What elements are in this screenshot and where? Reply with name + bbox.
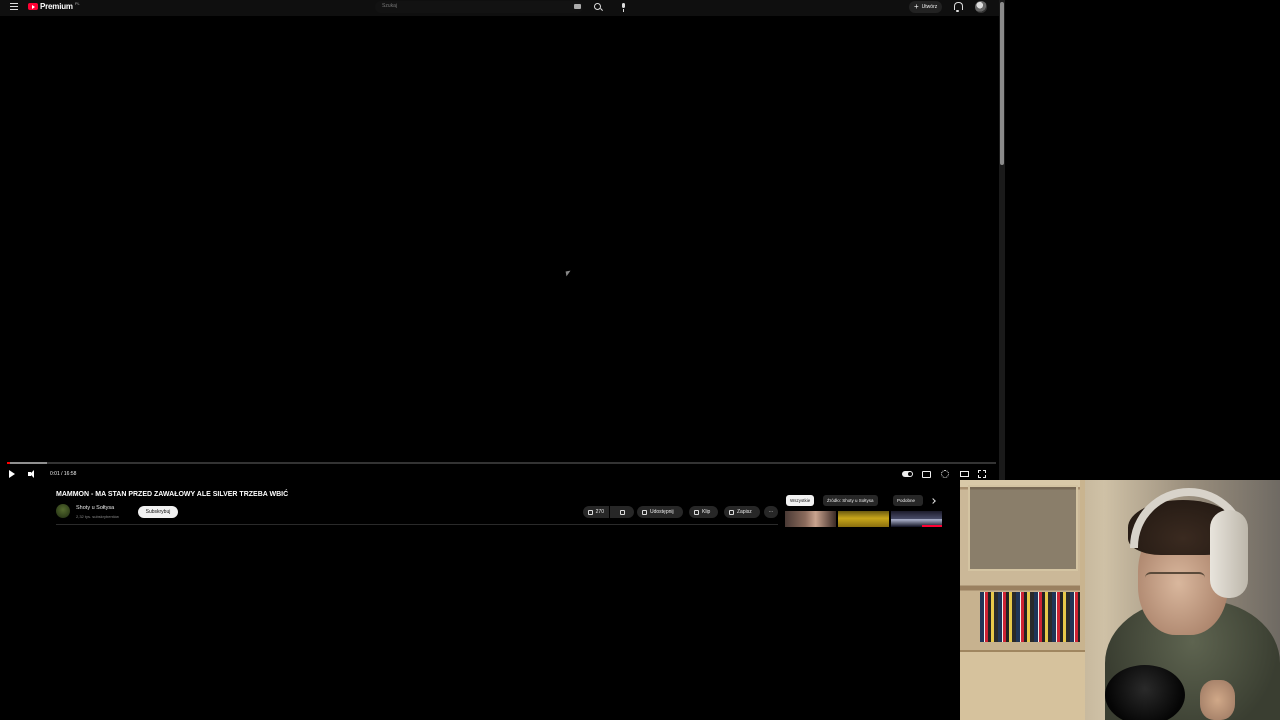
fullscreen-icon[interactable] xyxy=(978,470,986,478)
youtube-play-logo-icon xyxy=(28,3,38,10)
related-video-thumbnail[interactable] xyxy=(891,511,942,527)
masthead: Premium PL Szukaj + Utwórz xyxy=(0,0,1000,16)
bookmark-icon xyxy=(729,509,734,515)
time-display: 0:01 / 16:58 xyxy=(50,471,76,477)
channel-subscriber-count: 2,32 tys. subskrybentów xyxy=(76,514,119,519)
subscribe-button[interactable]: Subskrybuj xyxy=(138,506,178,518)
dislike-button[interactable] xyxy=(610,506,634,518)
keyboard-icon[interactable] xyxy=(574,4,581,9)
related-video-thumbnail[interactable] xyxy=(838,511,889,527)
page-scrollbar-thumb[interactable] xyxy=(1000,2,1004,165)
time-current: 0:01 xyxy=(50,471,60,477)
progress-buffered xyxy=(7,462,47,464)
logo-text: Premium xyxy=(40,2,73,11)
notifications-bell-icon[interactable] xyxy=(953,2,963,12)
share-arrow-icon xyxy=(642,509,647,515)
save-label: Zapisz xyxy=(737,509,752,515)
scissors-icon xyxy=(694,509,699,515)
microphone-icon[interactable] xyxy=(617,1,631,13)
thumbs-down-icon xyxy=(620,509,625,515)
chip-all[interactable]: Wszystkie xyxy=(786,495,815,506)
channel-name[interactable]: Shoty u Sołtysa xyxy=(76,505,114,511)
search-icon[interactable] xyxy=(591,1,605,13)
more-actions-icon[interactable]: ··· xyxy=(764,506,778,518)
account-avatar[interactable] xyxy=(975,1,987,13)
share-label: Udostępnij xyxy=(650,509,674,515)
webcam-overlay xyxy=(960,480,1280,720)
settings-gear-icon[interactable] xyxy=(941,470,949,478)
related-video-thumbnail[interactable] xyxy=(785,511,836,527)
search-input[interactable]: Szukaj xyxy=(375,1,583,13)
autoplay-toggle[interactable] xyxy=(902,471,913,477)
share-button[interactable]: Udostępnij xyxy=(637,506,683,518)
search-placeholder: Szukaj xyxy=(382,3,398,9)
theater-mode-icon[interactable] xyxy=(960,471,969,477)
video-player[interactable] xyxy=(0,16,999,484)
chip-source-channel[interactable]: Źródło: Shoty u Sołtysa xyxy=(823,495,878,506)
hamburger-menu-icon[interactable] xyxy=(10,3,18,12)
play-icon[interactable] xyxy=(9,470,15,478)
chip-similar[interactable]: Podobne xyxy=(893,495,923,506)
channel-avatar[interactable] xyxy=(56,504,70,518)
clip-button[interactable]: Klip xyxy=(689,506,718,518)
like-button[interactable]: 270 xyxy=(583,506,609,518)
progress-played xyxy=(7,462,10,464)
logo-country-code: PL xyxy=(74,1,80,6)
video-title: MAMMON - MA STAN PRZED ZAWAŁOWY ALE SILV… xyxy=(56,491,289,498)
info-divider xyxy=(56,524,778,525)
chevron-right-icon[interactable] xyxy=(929,497,937,505)
video-progress-bar[interactable] xyxy=(7,462,996,464)
create-button-label: Utwórz xyxy=(921,4,938,10)
save-button[interactable]: Zapisz xyxy=(724,506,760,518)
time-total: 16:58 xyxy=(63,471,77,477)
volume-icon[interactable] xyxy=(28,469,37,479)
subtitles-icon[interactable] xyxy=(922,471,931,478)
plus-icon: + xyxy=(914,2,919,11)
like-count: 270 xyxy=(595,509,604,515)
mouse-cursor-icon xyxy=(565,270,572,277)
youtube-premium-logo[interactable]: Premium PL xyxy=(28,1,80,11)
create-button[interactable]: + Utwórz xyxy=(909,1,943,13)
clip-label: Klip xyxy=(702,509,711,515)
thumbs-up-icon xyxy=(588,509,593,515)
microphone-foam xyxy=(1105,665,1185,720)
